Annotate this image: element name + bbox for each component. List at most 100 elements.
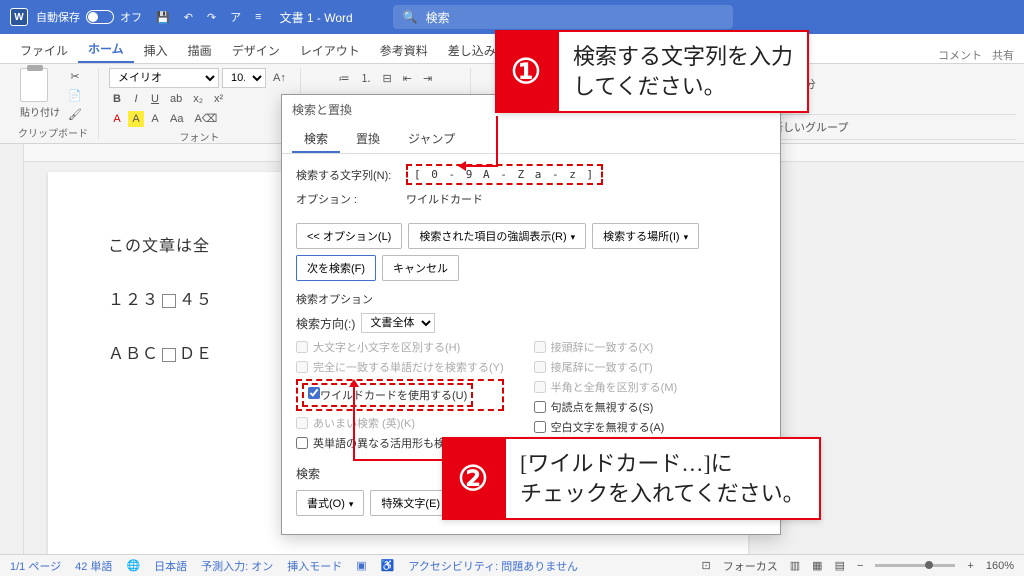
sb-lang[interactable]: 日本語 [154, 558, 187, 574]
callout-1: ① 検索する文字列を入力してください。 [495, 30, 809, 113]
zoom-out-icon[interactable]: − [857, 560, 863, 572]
direction-select[interactable]: 文書全体 [361, 313, 435, 333]
paste-icon[interactable] [20, 68, 48, 102]
checkbox-input [534, 341, 546, 353]
find-input[interactable]: [ 0 - 9 A - Z a - z ] [406, 164, 603, 185]
zoom-in-icon[interactable]: + [967, 560, 973, 572]
tab-home[interactable]: ホーム [78, 34, 134, 63]
sb-rec-icon[interactable]: ▣ [356, 559, 366, 572]
word-app-icon: W [10, 8, 28, 26]
view-web-icon[interactable]: ▤ [835, 559, 845, 572]
bold-button[interactable]: B [109, 91, 125, 107]
search-box[interactable]: 🔍 検索 [393, 5, 733, 29]
doc-row2b: ＤＥ [179, 346, 213, 363]
direction-label: 検索方向(:) [296, 315, 355, 332]
checkbox-label: 半角と全角を区別する(M) [551, 379, 678, 395]
checkbox-label: あいまい検索 (英)(K) [313, 415, 415, 431]
sb-zoom[interactable]: 160% [986, 560, 1014, 572]
cut-icon[interactable]: ✂ [64, 68, 86, 85]
undo-icon[interactable]: ↶ [184, 11, 193, 24]
checkbox-checks-left-2[interactable]: ワイルドカードを使用する(U) [296, 379, 504, 411]
underline-button[interactable]: U [147, 91, 163, 107]
checkbox-input[interactable] [534, 421, 546, 433]
clear-format-button[interactable]: A⌫ [190, 110, 221, 127]
tab-file[interactable]: ファイル [10, 36, 78, 63]
sb-words[interactable]: 42 単語 [75, 558, 112, 574]
strikethrough-button[interactable]: ab [166, 91, 186, 107]
annotation-line [353, 459, 443, 461]
autosave-toggle[interactable]: 自動保存 オフ [36, 9, 142, 25]
font-color-button[interactable]: A [109, 111, 125, 127]
placeholder-box [162, 348, 176, 362]
italic-button[interactable]: I [128, 91, 144, 107]
doc-text-1: この文章は全 [108, 238, 210, 255]
view-print-icon[interactable]: ▦ [812, 559, 822, 572]
comments-button[interactable]: コメント [938, 47, 982, 63]
view-readmode-icon[interactable]: ▥ [790, 559, 800, 572]
bullets-icon[interactable]: ≔ [335, 70, 354, 87]
decrease-indent-icon[interactable]: ⇤ [399, 70, 416, 87]
search-in-button[interactable]: 検索する場所(I)▾ [592, 223, 699, 249]
checkbox-checks-right-3[interactable]: 句読点を無視する(S) [534, 399, 678, 415]
subscript-button[interactable]: x₂ [189, 91, 207, 107]
format-button[interactable]: 書式(O)▾ [296, 490, 364, 516]
cancel-button[interactable]: キャンセル [382, 255, 459, 281]
qat-dropdown-icon[interactable]: ≡ [255, 11, 261, 23]
share-button[interactable]: 共有 [992, 47, 1014, 63]
multilevel-icon[interactable]: ⊟ [379, 70, 396, 87]
sb-page[interactable]: 1/1 ページ [10, 558, 61, 574]
sb-access[interactable]: アクセシビリティ: 問題ありません [408, 558, 578, 574]
redo-icon[interactable]: ↷ [207, 11, 216, 24]
search-icon: 🔍 [403, 10, 418, 24]
tab-design[interactable]: デザイン [222, 36, 290, 63]
zoom-slider[interactable] [875, 564, 955, 567]
checkbox-input [296, 417, 308, 429]
checkbox-input[interactable] [308, 387, 320, 399]
font-size-select[interactable]: 10.5 [222, 68, 266, 88]
sb-focus[interactable]: フォーカス [723, 558, 778, 574]
autosave-switch[interactable] [86, 10, 114, 24]
copy-icon[interactable]: 📄 [64, 87, 86, 104]
checkbox-columns: 大文字と小文字を区別する(H)完全に一致する単語だけを検索する(Y)ワイルドカー… [296, 339, 766, 451]
numbering-icon[interactable]: ⒈ [357, 68, 376, 88]
text-effects-button[interactable]: A [147, 111, 163, 127]
highlight-button[interactable]: A [128, 111, 144, 127]
chevron-down-icon: ▾ [684, 232, 689, 242]
save-icon[interactable]: 💾 [156, 11, 170, 24]
autosave-state: オフ [120, 9, 142, 25]
tab-layout[interactable]: レイアウト [290, 36, 370, 63]
find-next-button[interactable]: 次を検索(F) [296, 255, 376, 281]
tab-references[interactable]: 参考資料 [370, 36, 438, 63]
clipboard-group-label: クリップボード [18, 125, 88, 140]
quick-access-toolbar: 💾 ↶ ↷ ア ≡ [156, 9, 262, 25]
doc-row1a: １２３ [108, 292, 159, 309]
sb-focus-icon[interactable]: ⊡ [702, 559, 711, 572]
checkbox-label: 句読点を無視する(S) [551, 399, 654, 415]
checkbox-checks-right-4[interactable]: 空白文字を無視する(A) [534, 419, 678, 435]
doc-row2a: ＡＢＣ [108, 346, 159, 363]
less-options-button[interactable]: << オプション(L) [296, 223, 402, 249]
superscript-button[interactable]: x² [210, 91, 227, 107]
rp-new-group[interactable]: 新しいグループ [766, 114, 1016, 140]
qat-brush-icon[interactable]: ア [230, 9, 241, 25]
font-name-select[interactable]: メイリオ [109, 68, 219, 88]
sb-predict[interactable]: 予測入力: オン [201, 558, 273, 574]
checkbox-checks-right-2: 半角と全角を区別する(M) [534, 379, 678, 395]
checkbox-input[interactable] [296, 437, 308, 449]
sb-insert[interactable]: 挿入モード [287, 558, 342, 574]
tab-draw[interactable]: 描画 [178, 36, 222, 63]
increase-font-icon[interactable]: A↑ [269, 70, 290, 86]
increase-indent-icon[interactable]: ⇥ [419, 70, 436, 87]
dialog-tab-goto[interactable]: ジャンプ [396, 124, 467, 153]
checkbox-input[interactable] [534, 401, 546, 413]
dialog-tab-replace[interactable]: 置換 [344, 124, 392, 153]
checkbox-checks-left-1: 完全に一致する単語だけを検索する(Y) [296, 359, 504, 375]
checkbox-label: 空白文字を無視する(A) [551, 419, 665, 435]
clipboard-group: 貼り付け ✂ 📄 🖌 クリップボード [8, 68, 99, 139]
dialog-tab-find[interactable]: 検索 [292, 124, 340, 153]
format-painter-icon[interactable]: 🖌 [64, 106, 86, 123]
tab-insert[interactable]: 挿入 [134, 36, 178, 63]
change-case-button[interactable]: Aa [166, 111, 187, 127]
highlight-button[interactable]: 検索された項目の強調表示(R)▾ [408, 223, 586, 249]
checkbox-input [534, 381, 546, 393]
